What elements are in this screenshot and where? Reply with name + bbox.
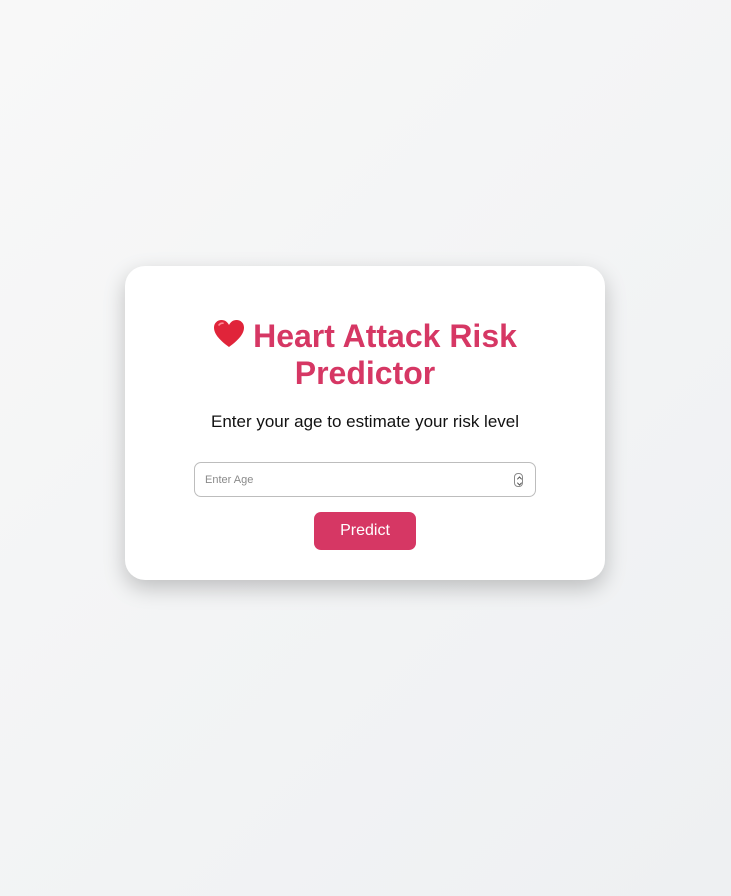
- age-input[interactable]: [195, 463, 505, 496]
- title-text: Heart Attack Risk Predictor: [253, 318, 517, 391]
- predict-button[interactable]: Predict: [314, 512, 416, 550]
- subtitle: Enter your age to estimate your risk lev…: [210, 412, 520, 431]
- age-stepper[interactable]: [514, 473, 523, 487]
- heart-icon: [213, 319, 245, 349]
- age-input-container: [194, 462, 536, 497]
- page-title: Heart Attack Risk Predictor: [165, 318, 565, 392]
- predictor-card: Heart Attack Risk Predictor Enter your a…: [125, 266, 605, 580]
